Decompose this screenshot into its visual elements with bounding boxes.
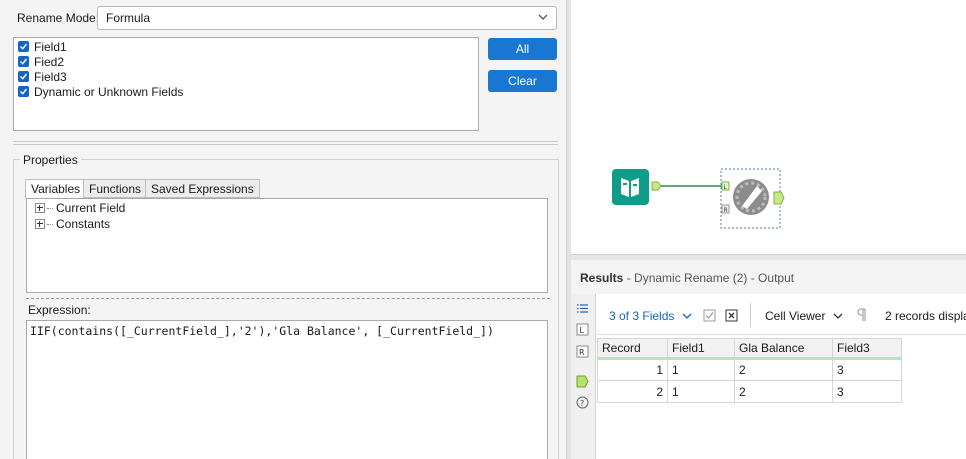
svg-text:R: R <box>579 348 585 357</box>
tree-item-label: Current Field <box>56 201 126 215</box>
table-cell[interactable]: 2 <box>734 358 833 381</box>
expression-label: Expression: <box>28 303 91 317</box>
table-cell[interactable]: 1 <box>597 358 668 381</box>
results-title: Results - Dynamic Rename (2) - Output <box>580 271 795 285</box>
help-icon[interactable]: ? <box>576 396 589 409</box>
field-item-fied2[interactable]: Fied2 <box>18 54 64 69</box>
table-cell[interactable]: 3 <box>832 358 902 381</box>
splitter[interactable] <box>26 298 550 299</box>
checkbox-checked-icon[interactable] <box>18 71 29 82</box>
rename-mode-label: Rename Mode: <box>17 11 100 25</box>
tab-variables[interactable]: Variables <box>25 179 87 199</box>
fields-dropdown[interactable]: 3 of 3 Fields <box>609 309 692 323</box>
select-all-button[interactable]: All <box>488 38 557 60</box>
tab-functions[interactable]: Functions <box>83 179 148 198</box>
field-label: Fied2 <box>34 54 65 69</box>
table-cell[interactable]: 2 <box>597 380 668 403</box>
dynamic-rename-tool-icon[interactable] <box>733 179 769 215</box>
cell-viewer-dropdown[interactable]: Cell Viewer <box>765 309 843 323</box>
workflow-canvas[interactable]: L R <box>571 0 966 254</box>
field-list: Field1 Fied2 Field3 Dynamic or Unknown F… <box>13 37 479 131</box>
expand-icon[interactable] <box>35 219 45 229</box>
divider <box>13 141 558 142</box>
chevron-down-icon <box>833 313 843 319</box>
workflow-diagram: L R <box>612 168 785 229</box>
output-anchor-icon[interactable] <box>651 181 662 191</box>
table-cell[interactable]: 3 <box>832 380 902 403</box>
table-row[interactable]: 2 1 2 3 <box>597 380 902 403</box>
table-row[interactable]: 1 1 2 3 <box>597 358 902 381</box>
output-anchor-icon[interactable] <box>773 191 785 205</box>
output-anchor-icon[interactable] <box>576 375 589 388</box>
divider <box>13 144 558 145</box>
records-count: 2 records displa <box>885 309 966 323</box>
checkbox-checked-icon[interactable] <box>18 86 29 97</box>
rename-mode-value: Formula <box>106 11 151 25</box>
chevron-down-icon <box>682 313 692 319</box>
expand-icon[interactable] <box>35 203 45 213</box>
list-view-icon[interactable] <box>576 302 589 315</box>
input-R-icon[interactable]: R <box>576 345 589 358</box>
pilcrow-icon[interactable] <box>857 308 867 322</box>
expression-editor[interactable]: IIF(contains([_CurrentField_],'2'),'Gla … <box>26 320 548 459</box>
column-header[interactable]: Gla Balance <box>734 338 833 360</box>
tree-item-label: Constants <box>56 217 111 231</box>
clear-button[interactable]: Clear <box>488 70 557 92</box>
input-data-tool-icon[interactable] <box>612 169 649 205</box>
tree-connector <box>47 207 53 209</box>
column-header[interactable]: Field1 <box>667 338 735 360</box>
checkbox-check-icon[interactable] <box>703 309 716 322</box>
results-table: Record Field1 Gla Balance Field3 1 1 2 3… <box>597 338 902 403</box>
expression-text: IIF(contains([_CurrentField_],'2'),'Gla … <box>30 324 494 338</box>
properties-label: Properties <box>20 153 81 167</box>
toolbar-divider <box>750 303 751 327</box>
field-item-field3[interactable]: Field3 <box>18 69 67 84</box>
variables-tree: Current Field Constants <box>26 198 548 293</box>
chevron-down-icon <box>538 14 548 20</box>
checkbox-checked-icon[interactable] <box>18 56 29 67</box>
checkbox-checked-icon[interactable] <box>18 41 29 52</box>
field-item-field1[interactable]: Field1 <box>18 39 67 54</box>
table-cell[interactable]: 2 <box>734 380 833 403</box>
table-header-row: Record Field1 Gla Balance Field3 <box>597 338 902 360</box>
table-cell[interactable]: 1 <box>667 358 735 381</box>
cell-viewer-label: Cell Viewer <box>765 309 826 323</box>
field-label: Dynamic or Unknown Fields <box>34 84 184 99</box>
input-L-icon[interactable]: L <box>576 323 589 336</box>
checkbox-x-icon[interactable] <box>725 309 738 322</box>
field-item-dynamic-unknown[interactable]: Dynamic or Unknown Fields <box>18 84 183 99</box>
field-label: Field3 <box>34 69 67 84</box>
column-header[interactable]: Record <box>597 338 668 360</box>
column-header[interactable]: Field3 <box>832 338 902 360</box>
svg-text:R: R <box>724 207 728 214</box>
svg-text:L: L <box>580 326 585 335</box>
tab-saved-expressions[interactable]: Saved Expressions <box>145 179 260 198</box>
svg-text:?: ? <box>580 399 584 408</box>
rename-mode-select[interactable]: Formula <box>97 6 557 30</box>
field-label: Field1 <box>34 39 67 54</box>
tree-item-current-field[interactable]: Current Field <box>35 200 125 216</box>
tree-connector <box>47 223 53 225</box>
table-cell[interactable]: 1 <box>667 380 735 403</box>
fields-dropdown-label: 3 of 3 Fields <box>609 309 675 323</box>
tree-item-constants[interactable]: Constants <box>35 216 110 232</box>
